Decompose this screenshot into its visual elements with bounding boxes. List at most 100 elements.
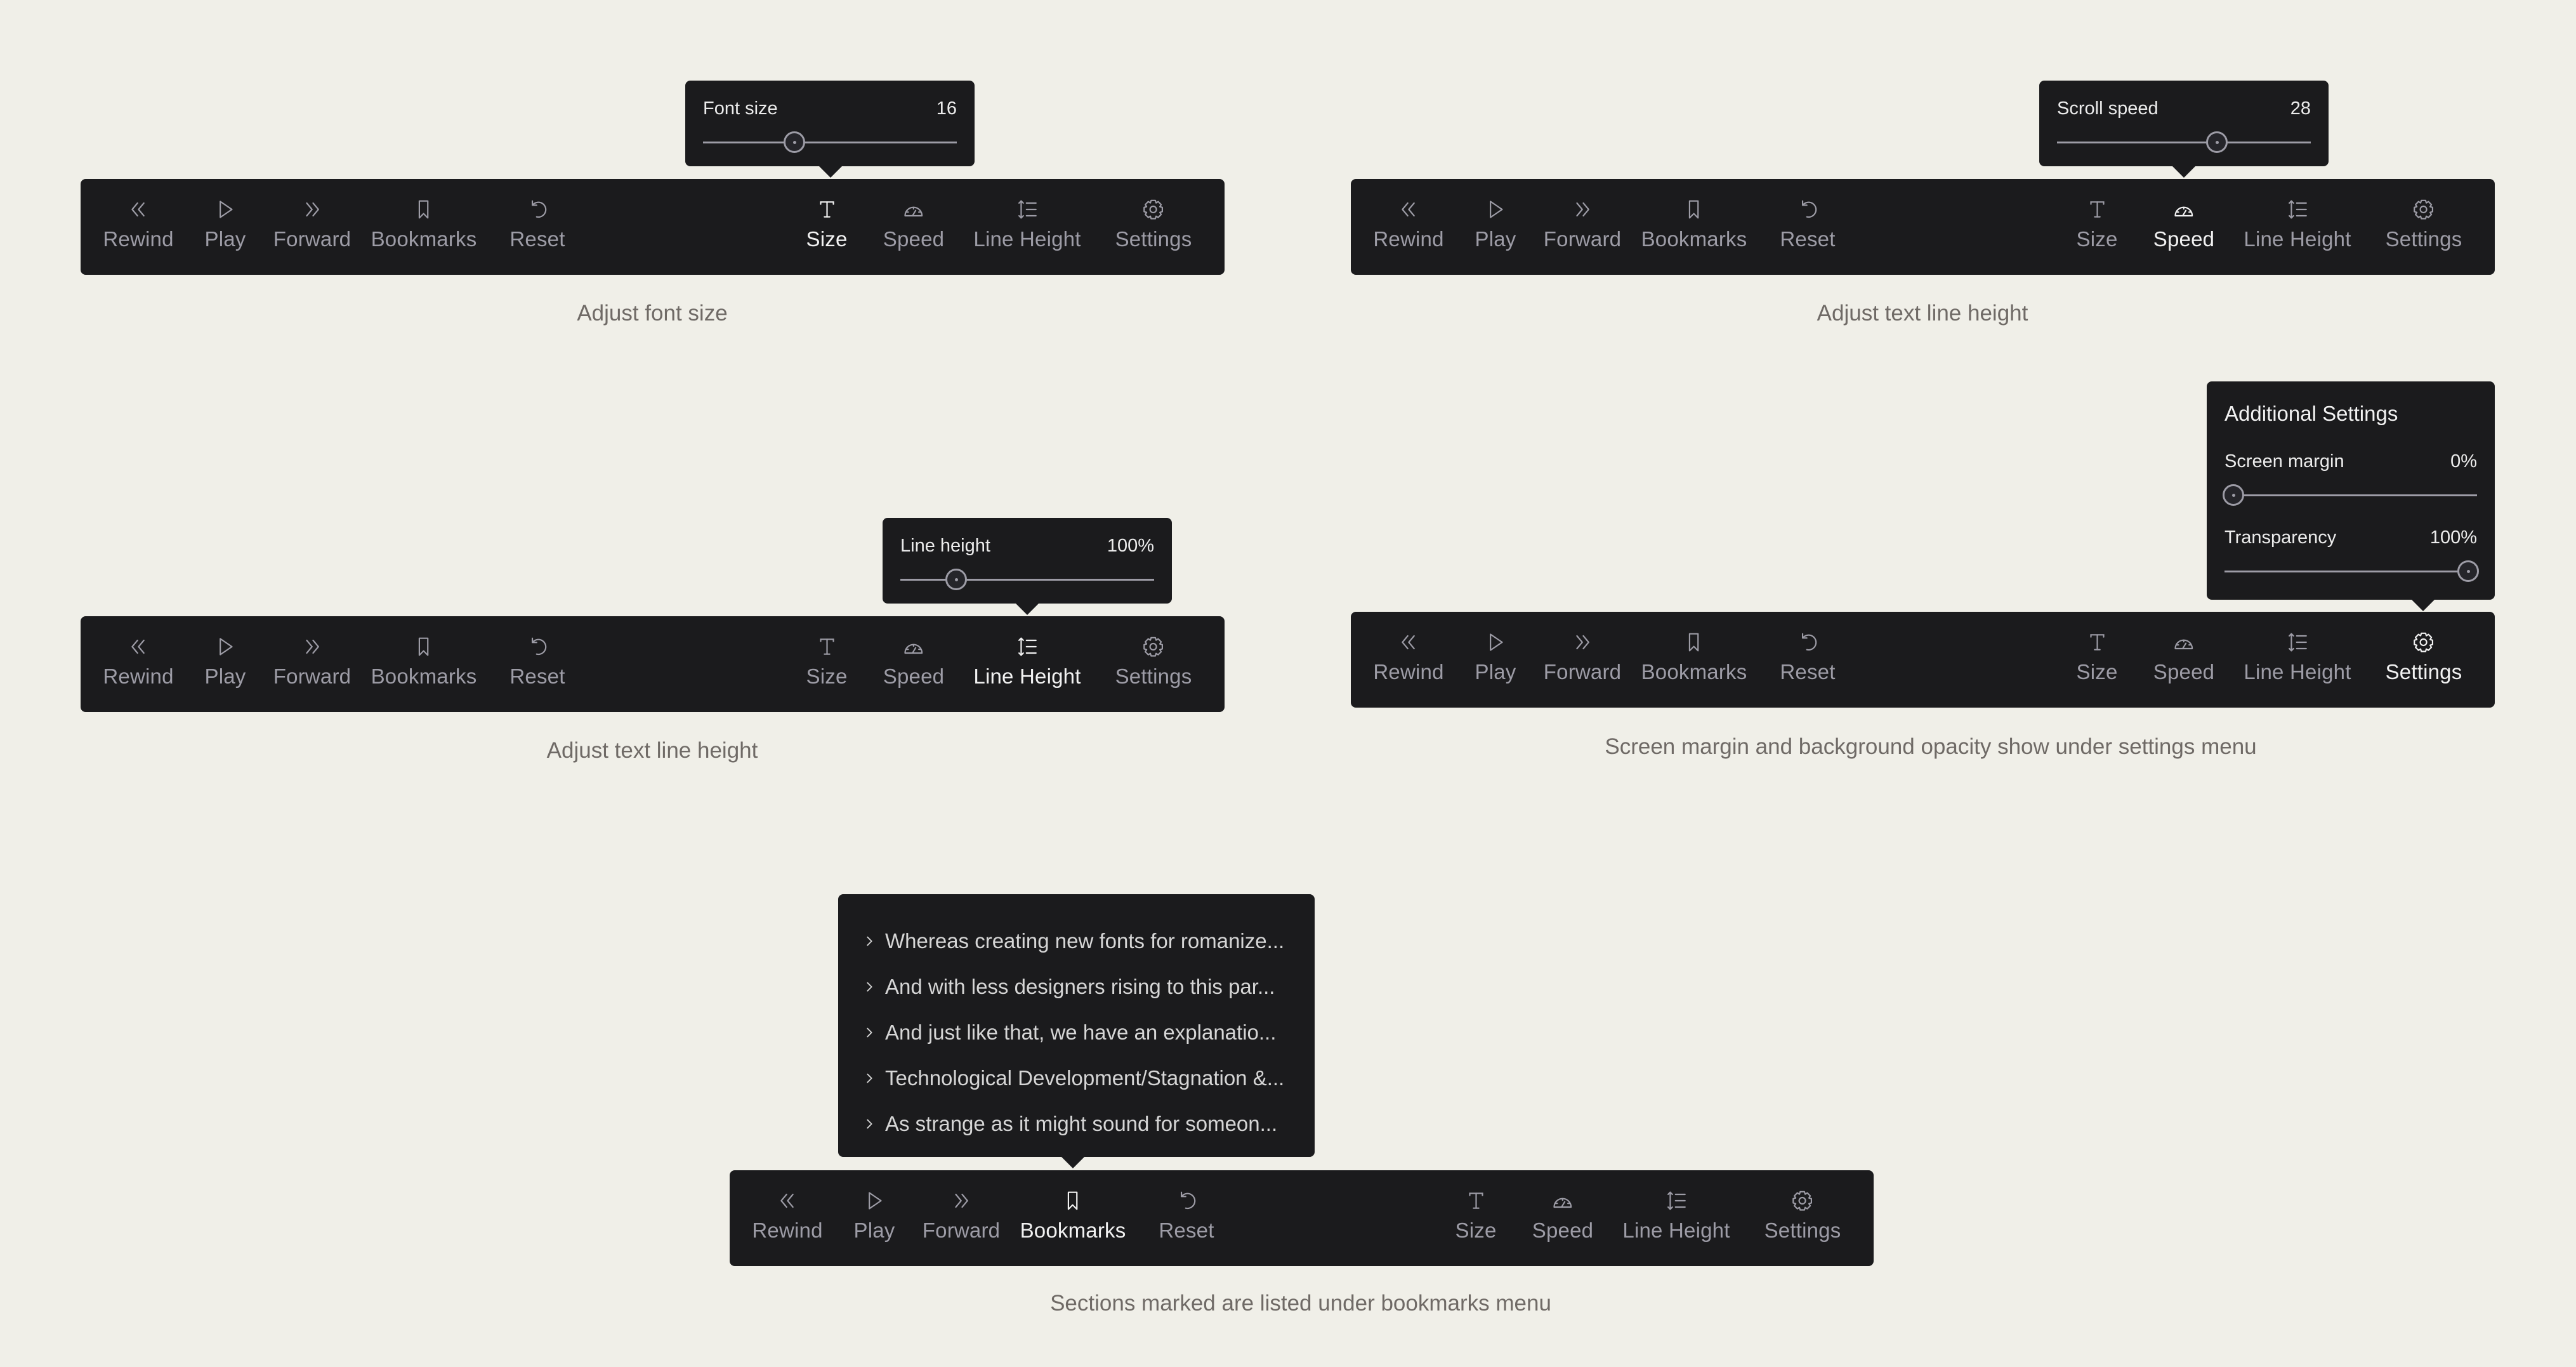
speed-button[interactable]: Speed xyxy=(883,616,944,712)
slider-thumb[interactable] xyxy=(784,131,806,153)
popover-arrow xyxy=(1061,1157,1084,1168)
rewind-button[interactable]: Rewind xyxy=(103,179,173,275)
size-button[interactable]: Size xyxy=(2077,612,2118,708)
toolbar-item-label: Settings xyxy=(1115,227,1192,251)
bookmarks-button[interactable]: Bookmarks xyxy=(1020,1170,1126,1266)
slider-thumb[interactable] xyxy=(2223,484,2244,506)
line-height-button[interactable]: Line Height xyxy=(973,616,1081,712)
reset-button[interactable]: Reset xyxy=(1780,612,1835,708)
toolbar-item-label: Settings xyxy=(1115,664,1192,688)
scroll-speed-label: Scroll speed xyxy=(2057,98,2159,119)
settings-button[interactable]: Settings xyxy=(1115,616,1192,712)
slider-thumb[interactable] xyxy=(945,569,968,590)
play-icon xyxy=(862,1188,887,1213)
settings-button[interactable]: Settings xyxy=(1764,1170,1841,1266)
line-height-button[interactable]: Line Height xyxy=(973,179,1081,275)
speed-button[interactable]: Speed xyxy=(883,179,944,275)
settings-button[interactable]: Settings xyxy=(1115,179,1192,275)
bookmarks-button[interactable]: Bookmarks xyxy=(1641,612,1747,708)
rewind-button[interactable]: Rewind xyxy=(103,616,173,712)
rewind-icon xyxy=(1396,197,1421,222)
bookmarks-button[interactable]: Bookmarks xyxy=(371,179,477,275)
scroll-speed-slider[interactable] xyxy=(2057,131,2311,153)
reset-button[interactable]: Reset xyxy=(1159,1170,1214,1266)
play-button[interactable]: Play xyxy=(1475,179,1516,275)
reset-button[interactable]: Reset xyxy=(509,179,565,275)
line-height-slider[interactable] xyxy=(900,569,1154,590)
size-button[interactable]: Size xyxy=(806,616,848,712)
reset-button[interactable]: Reset xyxy=(509,616,565,712)
text-size-icon xyxy=(1463,1188,1488,1213)
bookmarks-list: Whereas creating new fonts for romanize.… xyxy=(862,918,1302,1147)
reader-toolbar: Rewind Play Forward Bookmarks Reset Size… xyxy=(81,179,1225,275)
bookmark-item[interactable]: Whereas creating new fonts for romanize.… xyxy=(862,918,1302,964)
forward-button[interactable]: Forward xyxy=(1544,612,1621,708)
line-height-button[interactable]: Line Height xyxy=(1622,1170,1730,1266)
rewind-button[interactable]: Rewind xyxy=(1373,179,1443,275)
forward-button[interactable]: Forward xyxy=(923,1170,1000,1266)
screen-margin-label: Screen margin xyxy=(2224,451,2344,472)
speedometer-icon xyxy=(901,634,926,659)
popover-title: Additional Settings xyxy=(2224,402,2398,425)
transparency-slider[interactable] xyxy=(2224,560,2479,582)
toolbar-item-label: Size xyxy=(1455,1218,1497,1242)
toolbar-item-label: Size xyxy=(2076,660,2118,684)
rewind-icon xyxy=(126,197,151,222)
toolbar-item-label: Rewind xyxy=(752,1218,823,1242)
additional-settings-popover: Additional Settings Screen margin 0% Tra… xyxy=(2207,381,2495,611)
speed-button[interactable]: Speed xyxy=(2153,612,2214,708)
bookmark-icon xyxy=(1681,197,1707,222)
size-button[interactable]: Size xyxy=(1456,1170,1497,1266)
slider-thumb[interactable] xyxy=(2206,131,2228,153)
rewind-icon xyxy=(126,634,151,659)
bookmark-item[interactable]: And with less designers rising to this p… xyxy=(862,964,1302,1010)
caption: Adjust text line height xyxy=(546,738,758,763)
size-button[interactable]: Size xyxy=(806,179,848,275)
scroll-speed-popover: Scroll speed 28 xyxy=(2039,81,2329,178)
bookmarks-button[interactable]: Bookmarks xyxy=(1641,179,1747,275)
popover-arrow xyxy=(1016,604,1039,615)
bookmark-item[interactable]: Technological Development/Stagnation &..… xyxy=(862,1055,1302,1101)
bookmark-item[interactable]: And just like that, we have an explanati… xyxy=(862,1010,1302,1055)
forward-button[interactable]: Forward xyxy=(273,616,351,712)
toolbar-item-label: Size xyxy=(2076,227,2118,251)
play-icon xyxy=(1483,630,1508,655)
line-height-icon xyxy=(1015,197,1040,222)
toolbar-item-label: Line Height xyxy=(2244,227,2351,251)
chevron-right-icon xyxy=(867,1119,872,1129)
play-button[interactable]: Play xyxy=(205,179,246,275)
bookmarks-button[interactable]: Bookmarks xyxy=(371,616,477,712)
toolbar-item-label: Forward xyxy=(273,664,352,688)
settings-button[interactable]: Settings xyxy=(2386,612,2462,708)
font-size-slider[interactable] xyxy=(703,131,957,153)
toolbar-item-label: Rewind xyxy=(103,227,174,251)
toolbar-item-label: Rewind xyxy=(1373,227,1444,251)
forward-button[interactable]: Forward xyxy=(1544,179,1621,275)
play-button[interactable]: Play xyxy=(205,616,246,712)
speedometer-icon xyxy=(901,197,926,222)
bookmark-item[interactable]: As strange as it might sound for someon.… xyxy=(862,1101,1302,1147)
play-icon xyxy=(213,634,238,659)
chevron-right-icon xyxy=(867,982,872,992)
line-height-button[interactable]: Line Height xyxy=(2244,612,2351,708)
settings-button[interactable]: Settings xyxy=(2386,179,2462,275)
line-height-button[interactable]: Line Height xyxy=(2244,179,2351,275)
play-button[interactable]: Play xyxy=(1475,612,1516,708)
speed-button[interactable]: Speed xyxy=(2153,179,2214,275)
font-size-label: Font size xyxy=(703,98,778,119)
screen-margin-slider[interactable] xyxy=(2223,484,2477,506)
text-size-icon xyxy=(814,634,839,659)
slider-track xyxy=(2224,494,2477,496)
slider-thumb[interactable] xyxy=(2457,560,2479,582)
rewind-button[interactable]: Rewind xyxy=(752,1170,822,1266)
size-button[interactable]: Size xyxy=(2077,179,2118,275)
play-button[interactable]: Play xyxy=(854,1170,895,1266)
line-height-popover: Line height 100% xyxy=(883,518,1172,615)
forward-button[interactable]: Forward xyxy=(273,179,351,275)
toolbar-item-label: Forward xyxy=(1543,660,1622,684)
speed-button[interactable]: Speed xyxy=(1532,1170,1593,1266)
reset-button[interactable]: Reset xyxy=(1780,179,1835,275)
rewind-button[interactable]: Rewind xyxy=(1373,612,1443,708)
bookmark-text: And with less designers rising to this p… xyxy=(885,975,1275,998)
toolbar-item-label: Rewind xyxy=(103,664,174,688)
